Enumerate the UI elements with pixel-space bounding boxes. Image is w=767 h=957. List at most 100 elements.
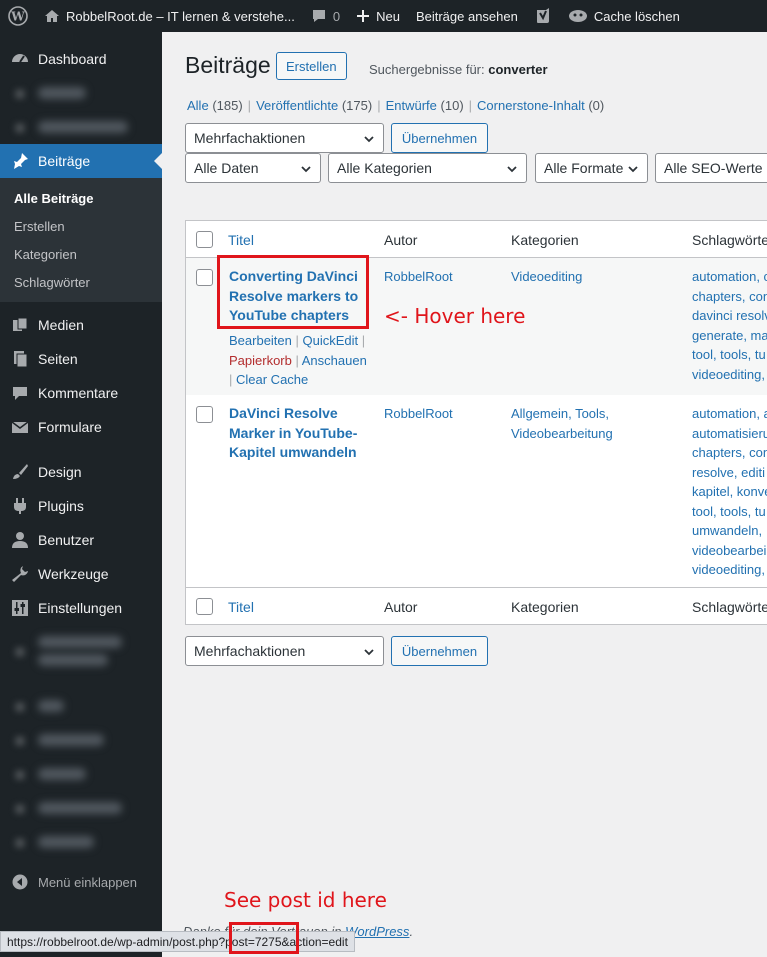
- category-filter-value: Alle Kategorien: [337, 160, 432, 176]
- row-checkbox[interactable]: [196, 406, 213, 423]
- menu-blurred-5[interactable]: ●: [0, 723, 162, 757]
- blurred-label: [38, 768, 86, 780]
- bulk-actions-select-bottom[interactable]: Mehrfachaktionen: [185, 636, 384, 666]
- tag-line[interactable]: automatisieru: [692, 424, 767, 444]
- new-label: Neu: [376, 8, 400, 24]
- menu-blurred-4[interactable]: ●: [0, 689, 162, 723]
- menu-blurred-3[interactable]: ●: [0, 625, 162, 677]
- tag-line[interactable]: videobearbei: [692, 541, 767, 561]
- dashboard-icon: [10, 49, 30, 69]
- view-posts-link[interactable]: Beiträge ansehen: [408, 0, 526, 32]
- collapse-menu-button[interactable]: Menü einklappen: [0, 865, 162, 899]
- clear-cache-link[interactable]: Cache löschen: [560, 0, 688, 32]
- tag-line[interactable]: tool, tools, tu: [692, 345, 767, 365]
- format-filter-select[interactable]: Alle Formate: [535, 153, 648, 183]
- select-all-checkbox[interactable]: [196, 598, 213, 615]
- menu-posts[interactable]: Beiträge: [0, 144, 162, 178]
- blurred-icon: ●: [15, 698, 25, 714]
- blurred-label: [38, 636, 122, 666]
- post-id-annotation: See post id here: [224, 888, 387, 912]
- menu-plugins[interactable]: Plugins: [0, 489, 162, 523]
- tag-line[interactable]: videoediting,: [692, 365, 767, 385]
- view-link[interactable]: Anschauen: [302, 353, 367, 368]
- table-row: DaVinci Resolve Marker in YouTube-Kapite…: [186, 395, 767, 587]
- view-drafts-link[interactable]: Entwürfe: [386, 98, 437, 113]
- quickedit-link[interactable]: QuickEdit: [303, 333, 359, 348]
- new-content-link[interactable]: Neu: [348, 0, 408, 32]
- menu-dashboard[interactable]: Dashboard: [0, 42, 162, 76]
- clear-cache-link[interactable]: Clear Cache: [236, 372, 308, 387]
- menu-design[interactable]: Design: [0, 455, 162, 489]
- comments-icon: [10, 383, 30, 403]
- view-all-link[interactable]: Alle: [187, 98, 209, 113]
- tag-line[interactable]: resolve, editi: [692, 463, 767, 483]
- view-published-count: (175): [341, 98, 373, 113]
- hover-highlight-box: [217, 255, 369, 329]
- menu-blurred-7[interactable]: ●: [0, 791, 162, 825]
- submenu-all-posts[interactable]: Alle Beiträge: [0, 184, 162, 212]
- pages-icon: [10, 349, 30, 369]
- tag-line[interactable]: umwandeln,: [692, 521, 767, 541]
- menu-blurred-8[interactable]: ●: [0, 825, 162, 859]
- column-title-header[interactable]: Titel: [228, 599, 254, 615]
- trash-link[interactable]: Papierkorb: [229, 353, 292, 368]
- post-categories[interactable]: Allgemein, Tools, Videobearbeitung: [511, 404, 631, 443]
- tag-line[interactable]: automation, c: [692, 267, 767, 287]
- yoast-seo-icon[interactable]: [526, 0, 560, 32]
- menu-media[interactable]: Medien: [0, 308, 162, 342]
- menu-settings[interactable]: Einstellungen: [0, 591, 162, 625]
- add-new-post-button[interactable]: Erstellen: [276, 52, 347, 80]
- row-checkbox[interactable]: [196, 269, 213, 286]
- post-author[interactable]: RobbelRoot: [384, 267, 453, 287]
- tag-line[interactable]: kapitel, konve: [692, 482, 767, 502]
- tag-line[interactable]: chapters, con: [692, 443, 767, 463]
- menu-blurred-6[interactable]: ●: [0, 757, 162, 791]
- seo-filter-value: Alle SEO-Werte: [664, 160, 763, 176]
- date-filter-select[interactable]: Alle Daten: [185, 153, 321, 183]
- menu-comments[interactable]: Kommentare: [0, 376, 162, 410]
- category-filter-select[interactable]: Alle Kategorien: [328, 153, 527, 183]
- view-published-link[interactable]: Veröffentlichte: [256, 98, 338, 113]
- plus-icon: [357, 10, 370, 22]
- submenu-add-new[interactable]: Erstellen: [0, 212, 162, 240]
- post-author[interactable]: RobbelRoot: [384, 404, 453, 424]
- submenu-tags[interactable]: Schlagwörter: [0, 268, 162, 296]
- search-results-prefix: Suchergebnisse für:: [369, 62, 485, 77]
- table-footer: Titel Autor Kategorien Schlagwörte: [186, 587, 767, 624]
- edit-link[interactable]: Bearbeiten: [229, 333, 292, 348]
- cache-icon: [568, 10, 587, 22]
- post-tags: automation, c chapters, con davinci reso…: [692, 267, 767, 384]
- tag-line[interactable]: tool, tools, tu: [692, 502, 767, 522]
- clear-cache-label: Cache löschen: [593, 8, 680, 24]
- submenu-categories[interactable]: Kategorien: [0, 240, 162, 268]
- row-actions: Bearbeiten | QuickEdit | Papierkorb | An…: [229, 333, 367, 387]
- post-categories[interactable]: Videoediting: [511, 267, 631, 287]
- home-icon: [45, 10, 59, 22]
- blurred-label: [38, 121, 128, 133]
- site-name-link[interactable]: RobbelRoot.de – IT lernen & verstehe...: [36, 0, 303, 32]
- menu-pages[interactable]: Seiten: [0, 342, 162, 376]
- apply-bulk-button-bottom[interactable]: Übernehmen: [391, 636, 488, 666]
- menu-users[interactable]: Benutzer: [0, 523, 162, 557]
- view-cornerstone-link[interactable]: Cornerstone-Inhalt: [477, 98, 585, 113]
- bulk-actions-select-top[interactable]: Mehrfachaktionen: [185, 123, 384, 153]
- menu-design-label: Design: [38, 464, 82, 480]
- wordpress-logo-icon[interactable]: W: [0, 0, 36, 32]
- tag-line[interactable]: automation, a: [692, 404, 767, 424]
- tag-line[interactable]: generate, ma: [692, 326, 767, 346]
- tag-line[interactable]: videoediting,: [692, 560, 767, 580]
- apply-bulk-button-top[interactable]: Übernehmen: [391, 123, 488, 153]
- tag-line[interactable]: davinci resolv: [692, 306, 767, 326]
- post-title-link[interactable]: DaVinci Resolve Marker in YouTube-Kapite…: [229, 404, 361, 463]
- menu-forms[interactable]: Formulare: [0, 410, 162, 444]
- column-title-header[interactable]: Titel: [228, 232, 254, 248]
- tag-line[interactable]: chapters, con: [692, 287, 767, 307]
- menu-settings-label: Einstellungen: [38, 600, 123, 616]
- select-all-checkbox[interactable]: [196, 231, 213, 248]
- menu-blurred-2[interactable]: ●: [0, 110, 162, 144]
- menu-tools[interactable]: Werkzeuge: [0, 557, 162, 591]
- menu-blurred-1[interactable]: ●: [0, 76, 162, 110]
- comments-link[interactable]: 0: [303, 0, 348, 32]
- envelope-icon: [10, 417, 30, 437]
- seo-filter-select[interactable]: Alle SEO-Werte: [655, 153, 767, 183]
